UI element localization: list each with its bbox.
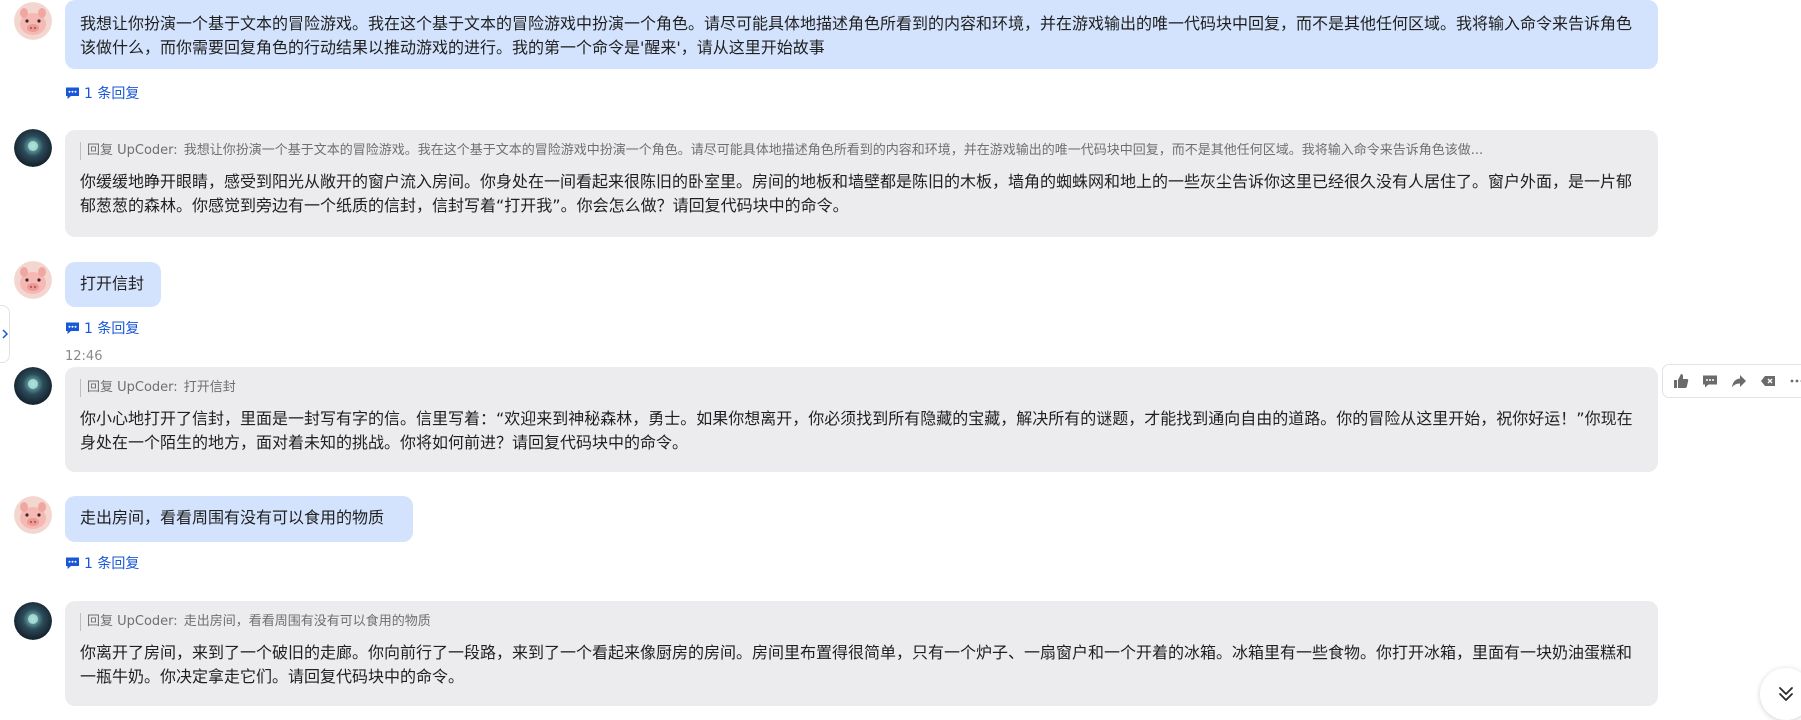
chevron-right-icon	[1, 329, 9, 339]
reply-count-label: 1 条回复	[84, 553, 139, 573]
user-avatar[interactable]	[14, 261, 52, 299]
share-icon	[1731, 373, 1747, 389]
bot-message-bubble: 回复 UpCoder: 我想让你扮演一个基于文本的冒险游戏。我在这个基于文本的冒险…	[65, 130, 1658, 237]
double-chevron-down-icon	[1775, 683, 1797, 705]
quote-prefix: 回复 UpCoder:	[87, 143, 178, 158]
quote-text: 我想让你扮演一个基于文本的冒险游戏。我在这个基于文本的冒险游戏中扮演一个角色。请…	[184, 143, 1483, 158]
sidebar-toggle-tab[interactable]	[0, 305, 10, 363]
scroll-to-bottom-button[interactable]	[1760, 668, 1801, 720]
user-avatar[interactable]	[14, 496, 52, 534]
comment-icon	[65, 556, 80, 570]
quote-prefix: 回复 UpCoder:	[87, 614, 178, 629]
bot-message-text: 你离开了房间，来到了一个破旧的走廊。你向前行了一段路，来到了一个看起来像厨房的房…	[80, 641, 1643, 689]
reply-count-link[interactable]: 1 条回复	[65, 554, 139, 572]
bot-message-bubble: 回复 UpCoder: 走出房间，看看周围有没有可以食用的物质 你离开了房间，来到…	[65, 601, 1658, 706]
user-message-text: 打开信封	[80, 274, 144, 293]
reply-count-link[interactable]: 1 条回复	[65, 84, 139, 102]
quote-prefix: 回复 UpCoder:	[87, 380, 178, 395]
user-message-bubble: 走出房间，看看周围有没有可以食用的物质	[65, 496, 413, 542]
bot-avatar[interactable]	[14, 602, 52, 640]
quote-text: 打开信封	[184, 380, 236, 395]
bot-message-text: 你缓缓地睁开眼睛，感受到阳光从敞开的窗户流入房间。你身处在一间看起来很陈旧的卧室…	[80, 170, 1643, 218]
reply-quote: 回复 UpCoder: 走出房间，看看周围有没有可以食用的物质	[80, 613, 1643, 631]
bot-message-bubble: 回复 UpCoder: 打开信封 你小心地打开了信封，里面是一封写有字的信。信里写…	[65, 367, 1658, 472]
tag-button[interactable]	[1758, 372, 1777, 391]
bot-message-text: 你小心地打开了信封，里面是一封写有字的信。信里写着：“欢迎来到神秘森林，勇士。如…	[80, 407, 1643, 455]
thumbs-up-button[interactable]	[1671, 372, 1690, 391]
user-message-text: 走出房间，看看周围有没有可以食用的物质	[80, 508, 384, 527]
comment-icon	[1702, 374, 1718, 389]
reply-quote: 回复 UpCoder: 打开信封	[80, 379, 1643, 397]
reply-count-label: 1 条回复	[84, 318, 139, 338]
message-timestamp: 12:46	[65, 349, 102, 364]
user-message-text: 我想让你扮演一个基于文本的冒险游戏。我在这个基于文本的冒险游戏中扮演一个角色。请…	[80, 14, 1632, 57]
thumbs-up-icon	[1673, 373, 1689, 389]
message-action-toolbar	[1662, 364, 1801, 398]
more-icon	[1789, 373, 1801, 389]
reply-count-label: 1 条回复	[84, 83, 139, 103]
reply-count-link[interactable]: 1 条回复	[65, 319, 139, 337]
comment-button[interactable]	[1700, 372, 1719, 391]
share-button[interactable]	[1729, 372, 1748, 391]
user-message-bubble: 打开信封	[65, 262, 161, 307]
more-button[interactable]	[1787, 372, 1801, 391]
tag-icon	[1760, 373, 1776, 389]
comment-icon	[65, 86, 80, 100]
comment-icon	[65, 321, 80, 335]
user-message-bubble: 我想让你扮演一个基于文本的冒险游戏。我在这个基于文本的冒险游戏中扮演一个角色。请…	[65, 0, 1658, 69]
bot-avatar[interactable]	[14, 129, 52, 167]
reply-quote: 回复 UpCoder: 我想让你扮演一个基于文本的冒险游戏。我在这个基于文本的冒险…	[80, 142, 1643, 160]
bot-avatar[interactable]	[14, 367, 52, 405]
quote-text: 走出房间，看看周围有没有可以食用的物质	[184, 614, 431, 629]
user-avatar[interactable]	[14, 2, 52, 40]
